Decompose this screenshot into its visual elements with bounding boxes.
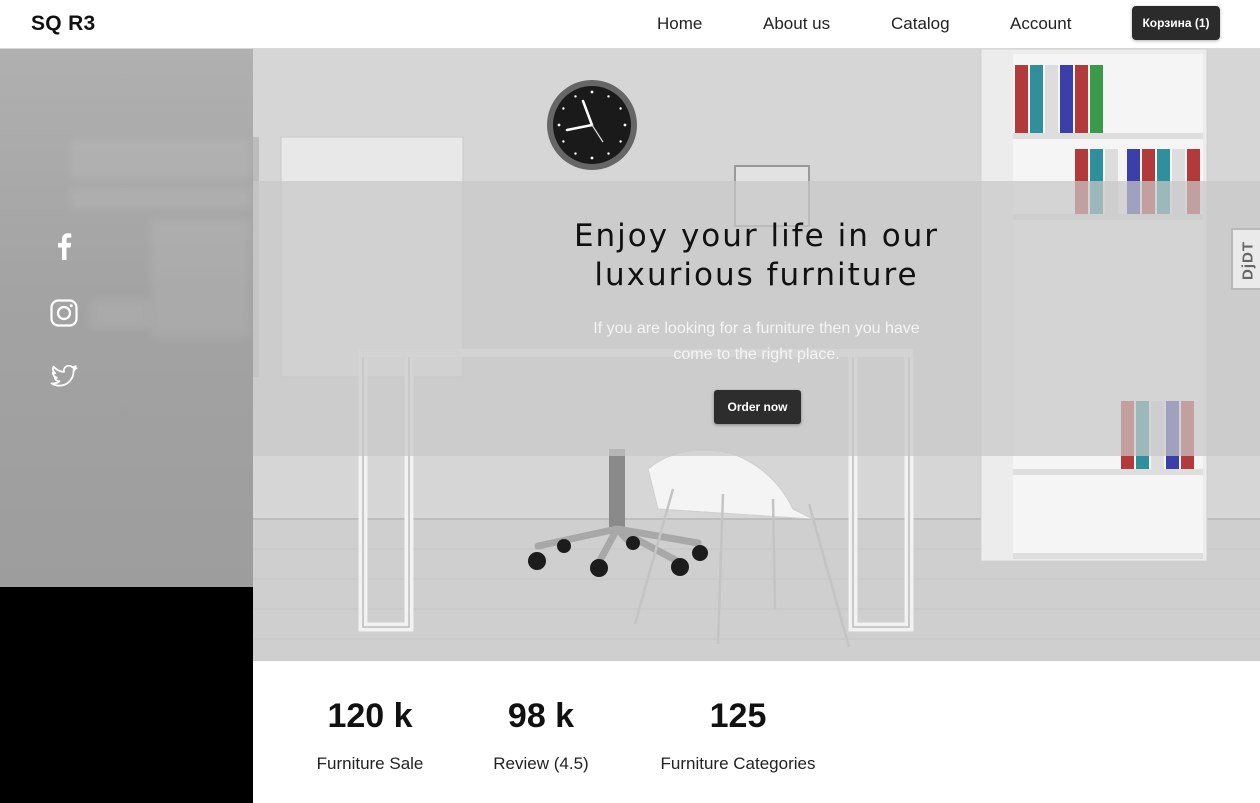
twitter-icon[interactable] <box>48 361 80 393</box>
stat-categories-value: 125 <box>709 697 767 735</box>
nav-link-about-us[interactable]: About us <box>763 14 830 34</box>
stat-furniture-sale-label: Furniture Sale <box>316 754 424 773</box>
nav-link-catalog[interactable]: Catalog <box>891 14 950 34</box>
hero-title: Enjoy your life in our luxurious furnitu… <box>573 218 940 293</box>
debug-toolbar-label: DjDT <box>1239 241 1257 280</box>
stat-review-label: Review (4.5) <box>493 754 589 773</box>
stat-review-value: 98 k <box>507 697 575 735</box>
cart-button[interactable]: Корзина (1) <box>1132 6 1220 40</box>
top-navbar: SQ R3 Home About us Catalog Account Корз… <box>0 0 1260 49</box>
left-side-panel <box>0 49 253 587</box>
nav-link-account[interactable]: Account <box>1010 14 1071 34</box>
facebook-icon[interactable] <box>48 230 80 262</box>
order-now-button[interactable]: Order now <box>714 390 801 424</box>
left-footer-block <box>0 587 253 803</box>
site-logo[interactable]: SQ R3 <box>31 12 96 36</box>
nav-link-home[interactable]: Home <box>657 14 702 34</box>
instagram-icon[interactable] <box>48 297 80 329</box>
stat-categories-label: Furniture Categories <box>660 754 816 773</box>
debug-toolbar-toggle[interactable]: DjDT <box>1231 228 1260 290</box>
stat-furniture-sale-value: 120 k <box>327 697 413 735</box>
hero-subtitle: If you are looking for a furniture then … <box>593 320 920 363</box>
